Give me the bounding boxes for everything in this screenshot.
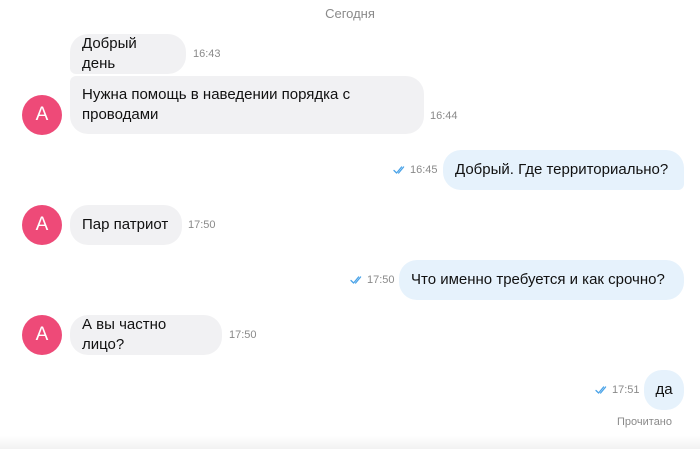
message-text: Нужна помощь в наведении порядка с прово…: [82, 86, 351, 123]
message-text: А вы частно лицо?: [82, 316, 167, 353]
avatar-initial: А: [35, 324, 49, 345]
message-time: 17:50: [229, 328, 257, 342]
message-time-text: 16:44: [430, 110, 458, 122]
double-check-icon: [393, 166, 405, 174]
message-time-text: 17:50: [367, 274, 395, 286]
message-time-text: 17:50: [188, 219, 216, 231]
avatar-initial: А: [35, 214, 49, 235]
double-check-icon: [595, 386, 607, 394]
message-bubble-outgoing[interactable]: Добрый. Где территориально?: [443, 150, 684, 190]
read-status: Прочитано: [617, 416, 672, 428]
message-bubble-incoming[interactable]: Пар патриот: [70, 205, 182, 245]
message-bubble-outgoing[interactable]: да: [644, 370, 684, 410]
message-text: Добрый. Где территориально?: [455, 161, 669, 178]
message-time: 16:43: [193, 47, 221, 61]
message-text: Что именно требуется и как срочно?: [411, 271, 665, 288]
avatar-initial: А: [35, 104, 49, 125]
message-bubble-incoming[interactable]: А вы частно лицо?: [70, 315, 222, 355]
message-bubble-incoming[interactable]: Нужна помощь в наведении порядка с прово…: [70, 76, 424, 134]
double-check-icon: [350, 276, 362, 284]
message-time: 16:44: [430, 109, 458, 123]
message-text: Пар патриот: [82, 216, 169, 233]
message-bubble-outgoing[interactable]: Что именно требуется и как срочно?: [399, 260, 684, 300]
avatar[interactable]: А: [22, 315, 62, 355]
message-time-text: 17:51: [612, 384, 640, 396]
message-time-text: 16:43: [193, 48, 221, 60]
message-time-text: 17:50: [229, 329, 257, 341]
avatar[interactable]: А: [22, 205, 62, 245]
message-time: 16:45: [393, 163, 438, 177]
message-time: 17:50: [350, 273, 395, 287]
avatar[interactable]: А: [22, 95, 62, 135]
message-time: 17:51: [595, 383, 640, 397]
message-text: да: [655, 381, 673, 398]
message-time-text: 16:45: [410, 164, 438, 176]
date-separator: Сегодня: [325, 6, 375, 21]
message-time: 17:50: [188, 218, 216, 232]
message-bubble-incoming[interactable]: Добрый день: [70, 34, 186, 74]
message-text: Добрый день: [82, 35, 137, 72]
composer-divider: [0, 436, 700, 449]
